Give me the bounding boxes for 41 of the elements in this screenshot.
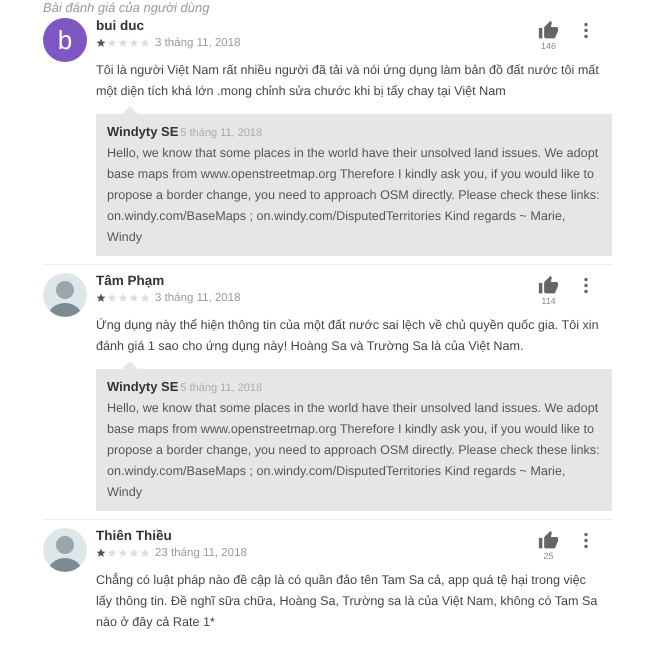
more-options-icon[interactable] [583,277,589,294]
review-date: 3 tháng 11, 2018 [155,292,240,304]
author-name: bui duc [96,17,145,35]
reply-text: Hello, we know that some places in the world have their unsolved land issues. We adopt base maps from www.openstreetmap.org Therefore I kindly ask you, if you would like to propose a border change, you need to approach OSM directly. Please check these links: on.windy.com/BaseMaps ; on.windy.com/DisputedTerritories Kind regards ~ Marie, Windy [107,400,601,501]
review-text: Chẳng có luật pháp nào đề cập là có quần đảo tên Tam Sa cả, app quá tệ hại trong việc lấy thông tin. Đề nghĩ sữa chữa, Hoàng Sa, Trường sa là của Việt Nam, không có Tam Sa nào ở đây cả Rate 1* [96,572,598,631]
author-name: Thiên Thiều [96,527,173,545]
reply-text: Hello, we know that some places in the world have their unsolved land issues. We adopt base maps from www.openstreetmap.org Therefore I kindly ask you, if you would like to propose a border change, you need to approach OSM directly. Please check these links: on.windy.com/BaseMaps ; on.windy.com/DisputedTerritories Kind regards ~ Marie, Windy [107,145,601,246]
like-count: 114 [541,296,556,306]
reply-date: 5 tháng 11, 2018 [180,382,262,394]
star-icon [107,548,117,558]
more-options-icon[interactable] [583,22,589,39]
star-icon [118,293,128,303]
section-title: Bài đánh giá của người dùng [43,0,210,16]
review-date: 23 tháng 11, 2018 [155,547,247,559]
avatar: b [43,18,87,62]
review-date: 3 tháng 11, 2018 [155,37,240,49]
thumbs-up-icon[interactable] [538,20,559,41]
star-icon [140,548,150,558]
star-icon [118,38,128,48]
developer-name: Windyty SE [107,379,178,394]
thumbs-up-icon[interactable] [538,530,559,551]
thumbs-up-icon[interactable] [538,275,559,296]
star-icon [140,293,150,303]
reply-date: 5 tháng 11, 2018 [180,127,262,139]
star-icon [107,38,117,48]
star-icon [96,38,106,48]
like-count: 25 [543,551,554,561]
star-icon [107,293,117,303]
star-icon [96,548,106,558]
review-text: Tôi là người Việt Nam rất nhiều người đã tải và nói ứng dụng làm bản đồ đất nước tôi mất một diện tích khá lớn .mong chỉnh sửa chước khi bị tẩy chay tại Việt Nam [96,62,600,100]
like-count: 146 [540,41,556,51]
developer-name: Windyty SE [107,124,178,139]
star-icon [118,548,128,558]
star-icon [129,293,139,303]
star-icon [129,38,139,48]
author-name: Tâm Phạm [96,272,166,290]
review-text: Ứng dụng này thể hiện thông tin của một đất nước sai lệch về chủ quyền quốc gia. Tôi xin đánh giá 1 sao cho ứng dụng này! Hoàng Sa và Trường Sa là của Việt Nam. [96,317,600,355]
star-icon [96,293,106,303]
star-icon [129,548,139,558]
more-options-icon[interactable] [583,532,589,549]
star-icon [140,38,150,48]
